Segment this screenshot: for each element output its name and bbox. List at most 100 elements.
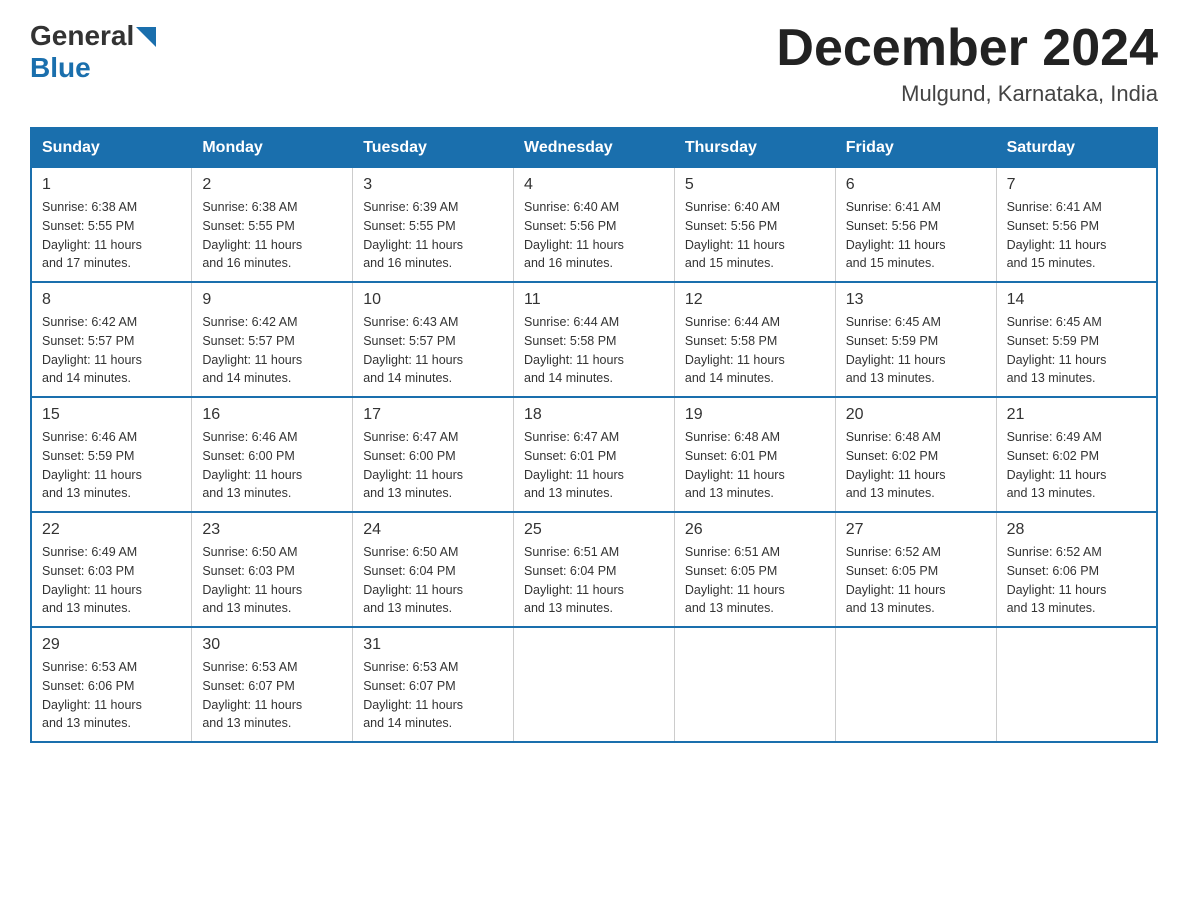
day-info: Sunrise: 6:40 AMSunset: 5:56 PMDaylight:… — [524, 200, 624, 270]
calendar-week-1: 1 Sunrise: 6:38 AMSunset: 5:55 PMDayligh… — [31, 168, 1157, 283]
day-info: Sunrise: 6:38 AMSunset: 5:55 PMDaylight:… — [42, 200, 142, 270]
day-info: Sunrise: 6:46 AMSunset: 6:00 PMDaylight:… — [202, 430, 302, 500]
day-number: 30 — [202, 636, 342, 654]
day-info: Sunrise: 6:45 AMSunset: 5:59 PMDaylight:… — [1007, 315, 1107, 385]
header-tuesday: Tuesday — [353, 128, 514, 168]
calendar-cell: 1 Sunrise: 6:38 AMSunset: 5:55 PMDayligh… — [31, 168, 192, 283]
logo-container: General Blue — [30, 20, 156, 84]
day-number: 31 — [363, 636, 503, 654]
day-number: 4 — [524, 176, 664, 194]
calendar-cell: 3 Sunrise: 6:39 AMSunset: 5:55 PMDayligh… — [353, 168, 514, 283]
day-number: 27 — [846, 521, 986, 539]
day-info: Sunrise: 6:43 AMSunset: 5:57 PMDaylight:… — [363, 315, 463, 385]
day-info: Sunrise: 6:46 AMSunset: 5:59 PMDaylight:… — [42, 430, 142, 500]
day-info: Sunrise: 6:42 AMSunset: 5:57 PMDaylight:… — [42, 315, 142, 385]
header-monday: Monday — [192, 128, 353, 168]
calendar-cell: 20 Sunrise: 6:48 AMSunset: 6:02 PMDaylig… — [835, 397, 996, 512]
calendar-week-5: 29 Sunrise: 6:53 AMSunset: 6:06 PMDaylig… — [31, 627, 1157, 742]
day-info: Sunrise: 6:51 AMSunset: 6:04 PMDaylight:… — [524, 545, 624, 615]
day-number: 20 — [846, 406, 986, 424]
header-wednesday: Wednesday — [514, 128, 675, 168]
logo-top-row: General — [30, 20, 156, 52]
calendar-cell: 23 Sunrise: 6:50 AMSunset: 6:03 PMDaylig… — [192, 512, 353, 627]
day-number: 6 — [846, 176, 986, 194]
calendar-cell: 28 Sunrise: 6:52 AMSunset: 6:06 PMDaylig… — [996, 512, 1157, 627]
day-number: 23 — [202, 521, 342, 539]
calendar-cell: 16 Sunrise: 6:46 AMSunset: 6:00 PMDaylig… — [192, 397, 353, 512]
header-friday: Friday — [835, 128, 996, 168]
calendar-cell: 7 Sunrise: 6:41 AMSunset: 5:56 PMDayligh… — [996, 168, 1157, 283]
day-number: 12 — [685, 291, 825, 309]
day-number: 16 — [202, 406, 342, 424]
calendar-cell: 29 Sunrise: 6:53 AMSunset: 6:06 PMDaylig… — [31, 627, 192, 742]
calendar-cell: 26 Sunrise: 6:51 AMSunset: 6:05 PMDaylig… — [674, 512, 835, 627]
day-number: 11 — [524, 291, 664, 309]
logo-general-text: General — [30, 20, 134, 52]
day-info: Sunrise: 6:47 AMSunset: 6:01 PMDaylight:… — [524, 430, 624, 500]
day-number: 26 — [685, 521, 825, 539]
day-info: Sunrise: 6:38 AMSunset: 5:55 PMDaylight:… — [202, 200, 302, 270]
calendar-cell: 17 Sunrise: 6:47 AMSunset: 6:00 PMDaylig… — [353, 397, 514, 512]
day-number: 9 — [202, 291, 342, 309]
page-header: General Blue December 2024 Mulgund, Karn… — [30, 20, 1158, 107]
month-title: December 2024 — [776, 20, 1158, 77]
calendar-cell — [996, 627, 1157, 742]
day-info: Sunrise: 6:51 AMSunset: 6:05 PMDaylight:… — [685, 545, 785, 615]
calendar-cell: 4 Sunrise: 6:40 AMSunset: 5:56 PMDayligh… — [514, 168, 675, 283]
calendar-cell: 19 Sunrise: 6:48 AMSunset: 6:01 PMDaylig… — [674, 397, 835, 512]
day-number: 21 — [1007, 406, 1146, 424]
calendar-cell: 11 Sunrise: 6:44 AMSunset: 5:58 PMDaylig… — [514, 282, 675, 397]
day-info: Sunrise: 6:42 AMSunset: 5:57 PMDaylight:… — [202, 315, 302, 385]
calendar-cell: 5 Sunrise: 6:40 AMSunset: 5:56 PMDayligh… — [674, 168, 835, 283]
day-info: Sunrise: 6:53 AMSunset: 6:07 PMDaylight:… — [363, 660, 463, 730]
calendar-cell: 30 Sunrise: 6:53 AMSunset: 6:07 PMDaylig… — [192, 627, 353, 742]
day-info: Sunrise: 6:47 AMSunset: 6:00 PMDaylight:… — [363, 430, 463, 500]
calendar-week-3: 15 Sunrise: 6:46 AMSunset: 5:59 PMDaylig… — [31, 397, 1157, 512]
day-info: Sunrise: 6:39 AMSunset: 5:55 PMDaylight:… — [363, 200, 463, 270]
calendar-cell: 12 Sunrise: 6:44 AMSunset: 5:58 PMDaylig… — [674, 282, 835, 397]
day-info: Sunrise: 6:48 AMSunset: 6:02 PMDaylight:… — [846, 430, 946, 500]
day-number: 19 — [685, 406, 825, 424]
calendar-cell — [674, 627, 835, 742]
day-number: 15 — [42, 406, 181, 424]
day-info: Sunrise: 6:49 AMSunset: 6:02 PMDaylight:… — [1007, 430, 1107, 500]
day-number: 28 — [1007, 521, 1146, 539]
calendar-header-row: Sunday Monday Tuesday Wednesday Thursday… — [31, 128, 1157, 168]
day-info: Sunrise: 6:53 AMSunset: 6:06 PMDaylight:… — [42, 660, 142, 730]
logo-triangle-icon — [136, 27, 156, 47]
calendar-cell: 21 Sunrise: 6:49 AMSunset: 6:02 PMDaylig… — [996, 397, 1157, 512]
header-sunday: Sunday — [31, 128, 192, 168]
header-saturday: Saturday — [996, 128, 1157, 168]
calendar-cell: 31 Sunrise: 6:53 AMSunset: 6:07 PMDaylig… — [353, 627, 514, 742]
calendar-cell: 10 Sunrise: 6:43 AMSunset: 5:57 PMDaylig… — [353, 282, 514, 397]
calendar-cell: 9 Sunrise: 6:42 AMSunset: 5:57 PMDayligh… — [192, 282, 353, 397]
day-number: 2 — [202, 176, 342, 194]
day-number: 3 — [363, 176, 503, 194]
day-info: Sunrise: 6:50 AMSunset: 6:04 PMDaylight:… — [363, 545, 463, 615]
day-number: 13 — [846, 291, 986, 309]
logo: General Blue — [30, 20, 156, 84]
day-number: 22 — [42, 521, 181, 539]
day-info: Sunrise: 6:40 AMSunset: 5:56 PMDaylight:… — [685, 200, 785, 270]
location-subtitle: Mulgund, Karnataka, India — [776, 81, 1158, 107]
calendar-table: Sunday Monday Tuesday Wednesday Thursday… — [30, 127, 1158, 743]
day-info: Sunrise: 6:41 AMSunset: 5:56 PMDaylight:… — [1007, 200, 1107, 270]
header-thursday: Thursday — [674, 128, 835, 168]
day-number: 17 — [363, 406, 503, 424]
day-info: Sunrise: 6:52 AMSunset: 6:06 PMDaylight:… — [1007, 545, 1107, 615]
day-info: Sunrise: 6:44 AMSunset: 5:58 PMDaylight:… — [524, 315, 624, 385]
calendar-cell: 18 Sunrise: 6:47 AMSunset: 6:01 PMDaylig… — [514, 397, 675, 512]
day-info: Sunrise: 6:45 AMSunset: 5:59 PMDaylight:… — [846, 315, 946, 385]
day-info: Sunrise: 6:49 AMSunset: 6:03 PMDaylight:… — [42, 545, 142, 615]
day-info: Sunrise: 6:44 AMSunset: 5:58 PMDaylight:… — [685, 315, 785, 385]
day-number: 14 — [1007, 291, 1146, 309]
calendar-cell: 27 Sunrise: 6:52 AMSunset: 6:05 PMDaylig… — [835, 512, 996, 627]
calendar-cell: 25 Sunrise: 6:51 AMSunset: 6:04 PMDaylig… — [514, 512, 675, 627]
calendar-cell: 2 Sunrise: 6:38 AMSunset: 5:55 PMDayligh… — [192, 168, 353, 283]
calendar-cell: 8 Sunrise: 6:42 AMSunset: 5:57 PMDayligh… — [31, 282, 192, 397]
calendar-cell — [835, 627, 996, 742]
day-number: 5 — [685, 176, 825, 194]
calendar-cell: 14 Sunrise: 6:45 AMSunset: 5:59 PMDaylig… — [996, 282, 1157, 397]
day-number: 25 — [524, 521, 664, 539]
calendar-cell: 22 Sunrise: 6:49 AMSunset: 6:03 PMDaylig… — [31, 512, 192, 627]
